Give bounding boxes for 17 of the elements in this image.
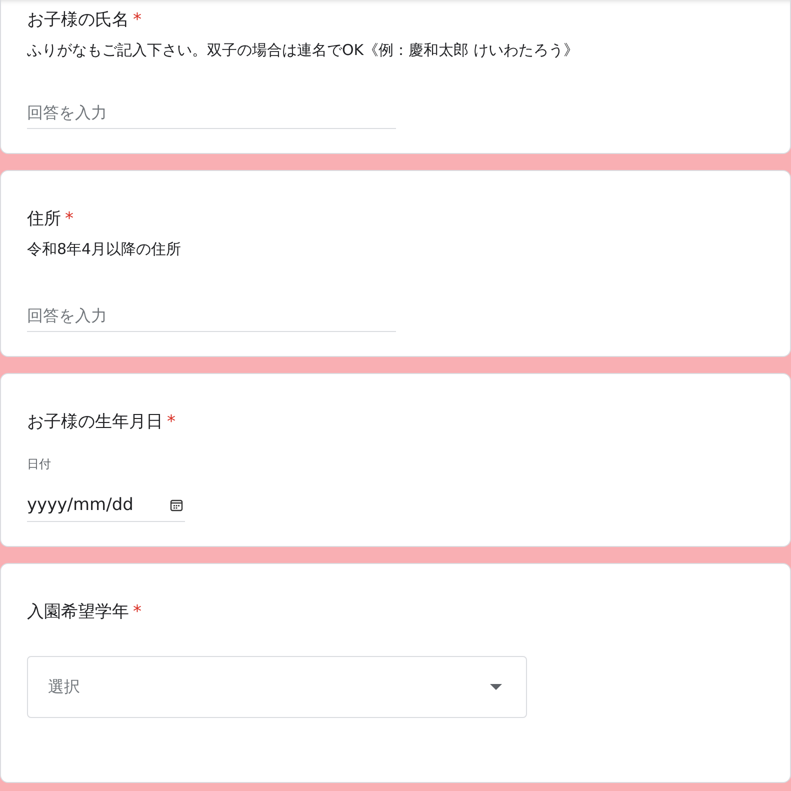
caret-icon xyxy=(490,684,502,690)
required-mark: * xyxy=(133,602,142,622)
question-title: 住所 xyxy=(27,208,61,231)
date-label: 日付 xyxy=(27,456,52,473)
select-dropdown[interactable]: 選択 xyxy=(27,656,527,718)
date-field[interactable]: yyyy/mm/dd xyxy=(27,491,185,522)
calendar-icon[interactable] xyxy=(170,498,183,512)
question-title: お子様の生年月日 xyxy=(27,411,163,434)
question-title: お子様の氏名 xyxy=(27,9,129,32)
answer-field[interactable]: 回答を入力 xyxy=(27,97,396,129)
required-mark: * xyxy=(167,412,176,432)
required-mark: * xyxy=(133,10,142,30)
question-title: 入園希望学年 xyxy=(27,601,129,624)
question-description: 令和8年4月以降の住所 xyxy=(27,239,182,260)
required-mark: * xyxy=(65,209,74,229)
answer-field[interactable]: 回答を入力 xyxy=(27,300,396,332)
question-description: ふりがなもご記入下さい。双子の場合は連名でOK《例：慶和太郎 けいわたろう》 xyxy=(27,40,580,61)
